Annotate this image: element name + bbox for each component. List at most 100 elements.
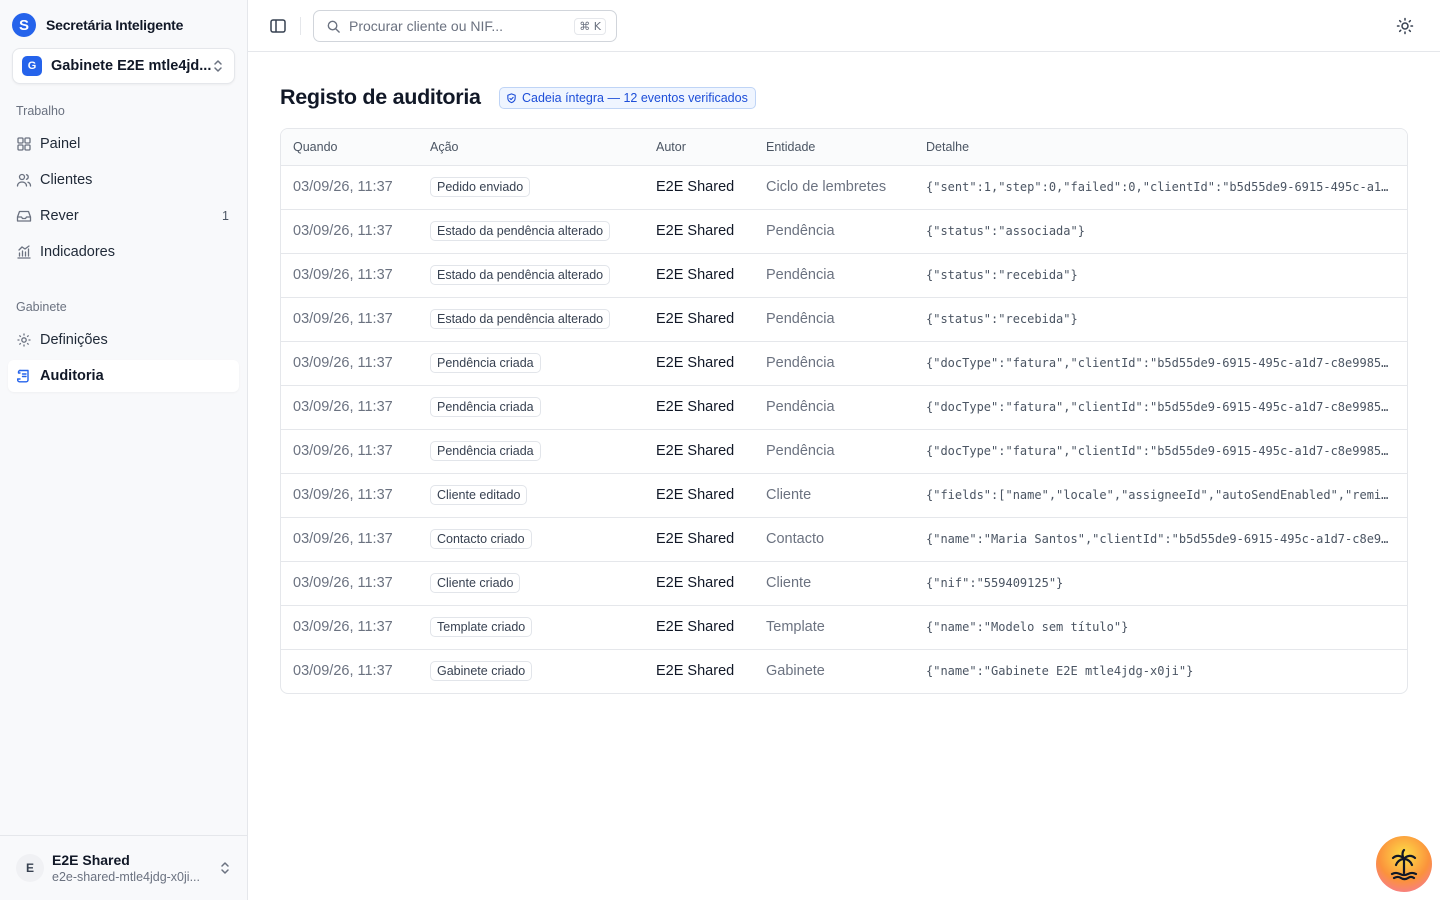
cell-detail: {"status":"associada"}: [926, 224, 1085, 238]
cell-detail: {"status":"recebida"}: [926, 312, 1078, 326]
cell-when: 03/09/26, 11:37: [293, 531, 393, 547]
action-badge: Cliente editado: [430, 485, 528, 505]
office-name: Gabinete E2E mtle4jd...: [51, 58, 212, 74]
cell-detail: {"fields":["name","locale","assigneeId",…: [926, 488, 1396, 502]
brand-name: Secretária Inteligente: [46, 17, 184, 33]
table-row[interactable]: 03/09/26, 11:37 Gabinete criado E2E Shared…: [281, 649, 1407, 693]
cell-entity: Cliente: [766, 575, 812, 591]
cell-action: Pendência criada: [418, 385, 644, 429]
chain-status-text: Cadeia íntegra — 12 eventos verificados: [522, 91, 748, 105]
cell-author: E2E Shared: [656, 399, 735, 415]
table-row[interactable]: 03/09/26, 11:37 Cliente criado E2E Shared C…: [281, 561, 1407, 605]
action-badge: Template criado: [430, 617, 533, 637]
cell-author: E2E Shared: [656, 443, 735, 459]
user-menu[interactable]: E E2E Shared e2e-shared-mtle4jdg-x0ji...: [0, 835, 247, 900]
cell-detail: {"name":"Maria Santos","clientId":"b5d55…: [926, 532, 1396, 546]
search-shortcut: ⌘ K: [574, 17, 606, 35]
cell-entity: Pendência: [766, 443, 835, 459]
table-row[interactable]: 03/09/26, 11:37 Template criado E2E Shared…: [281, 605, 1407, 649]
sidebar-item-clientes[interactable]: Clientes: [8, 164, 239, 196]
avatar: E: [16, 854, 44, 882]
cell-action: Cliente criado: [418, 561, 644, 605]
cell-entity: Pendência: [766, 399, 835, 415]
audit-table: Quando Ação Autor Entidade Detalhe 03/09…: [280, 128, 1408, 694]
brand-logo: S: [12, 13, 36, 37]
chart-icon: [17, 245, 31, 259]
column-header-entity: Entidade: [754, 129, 914, 166]
table-row[interactable]: 03/09/26, 11:37 Pedido enviado E2E Shared C…: [281, 165, 1407, 209]
page-title: Registo de auditoria: [280, 85, 481, 109]
search-box[interactable]: ⌘ K: [313, 10, 617, 42]
cell-action: Pendência criada: [418, 429, 644, 473]
user-name: E2E Shared: [52, 852, 130, 868]
user-info: E2E Shared e2e-shared-mtle4jdg-x0ji...: [52, 852, 219, 884]
table-row[interactable]: 03/09/26, 11:37 Estado da pendência alter…: [281, 297, 1407, 341]
cell-detail: {"docType":"fatura","clientId":"b5d55de9…: [926, 356, 1396, 370]
cell-detail: {"docType":"fatura","clientId":"b5d55de9…: [926, 400, 1396, 414]
cell-action: Estado da pendência alterado: [418, 253, 644, 297]
cell-entity: Pendência: [766, 355, 835, 371]
review-count-badge: 1: [222, 209, 229, 223]
table-row[interactable]: 03/09/26, 11:37 Pendência criada E2E Share…: [281, 429, 1407, 473]
action-badge: Pedido enviado: [430, 177, 531, 197]
cell-author: E2E Shared: [656, 267, 735, 283]
action-badge: Gabinete criado: [430, 661, 533, 682]
column-header-action: Ação: [418, 129, 644, 166]
cell-entity: Ciclo de lembretes: [766, 179, 887, 195]
cell-detail: {"docType":"fatura","clientId":"b5d55de9…: [926, 444, 1396, 458]
cell-detail: {"name":"Gabinete E2E mtle4jdg-x0ji"}: [926, 664, 1194, 679]
cell-action: Cliente editado: [418, 473, 644, 517]
table-row[interactable]: 03/09/26, 11:37 Pendência criada E2E Share…: [281, 385, 1407, 429]
user-email: e2e-shared-mtle4jdg-x0ji...: [52, 870, 200, 884]
cell-when: 03/09/26, 11:37: [293, 575, 393, 591]
cell-action: Pendência criada: [418, 341, 644, 385]
nav-section-office: Gabinete: [16, 300, 67, 314]
search-icon: [327, 20, 340, 33]
table-row[interactable]: 03/09/26, 11:37 Contacto criado E2E Shared…: [281, 517, 1407, 561]
search-input[interactable]: [349, 18, 575, 34]
sidebar-item-rever[interactable]: Rever 1: [8, 200, 239, 232]
table-row[interactable]: 03/09/26, 11:37 Estado da pendência alter…: [281, 209, 1407, 253]
cell-action: Estado da pendência alterado: [418, 297, 644, 341]
sidebar-item-label: Indicadores: [40, 244, 115, 260]
cell-author: E2E Shared: [656, 663, 735, 680]
cell-author: E2E Shared: [656, 179, 735, 195]
sidebar-item-label: Definições: [40, 332, 108, 348]
table-row[interactable]: 03/09/26, 11:37 Pendência criada E2E Share…: [281, 341, 1407, 385]
table-row[interactable]: 03/09/26, 11:37 Cliente editado E2E Shared…: [281, 473, 1407, 517]
chain-status-badge: Cadeia íntegra — 12 eventos verificados: [499, 87, 756, 109]
audit-table-body: 03/09/26, 11:37 Pedido enviado E2E Shared C…: [281, 165, 1407, 693]
cell-when: 03/09/26, 11:37: [293, 223, 393, 239]
sidebar: S Secretária Inteligente G Gabinete E2E …: [0, 0, 248, 900]
cell-entity: Gabinete: [766, 663, 825, 680]
action-badge: Contacto criado: [430, 529, 532, 549]
table-row[interactable]: 03/09/26, 11:37 Estado da pendência alter…: [281, 253, 1407, 297]
column-header-when: Quando: [281, 129, 418, 166]
palm-tree-icon: [1390, 848, 1418, 881]
brand[interactable]: S Secretária Inteligente: [12, 13, 183, 37]
topbar: ⌘ K: [248, 0, 1440, 52]
action-badge: Pendência criada: [430, 353, 541, 373]
cell-entity: Pendência: [766, 311, 835, 327]
table-header-row: Quando Ação Autor Entidade Detalhe: [281, 129, 1407, 166]
cell-entity: Pendência: [766, 267, 835, 283]
action-badge: Pendência criada: [430, 397, 541, 417]
action-badge: Estado da pendência alterado: [430, 309, 611, 329]
sidebar-item-indicadores[interactable]: Indicadores: [8, 236, 239, 268]
cell-entity: Cliente: [766, 487, 812, 503]
column-header-detail: Detalhe: [914, 129, 1407, 166]
sidebar-item-label: Rever: [40, 208, 79, 224]
sun-icon[interactable]: [1396, 17, 1414, 35]
cell-when: 03/09/26, 11:37: [293, 399, 393, 415]
assistant-launcher-button[interactable]: [1376, 836, 1432, 892]
sidebar-item-definicoes[interactable]: Definições: [8, 324, 239, 356]
sidebar-toggle-icon[interactable]: [268, 16, 288, 36]
grid-icon: [17, 137, 31, 151]
sidebar-item-auditoria[interactable]: Auditoria: [8, 360, 239, 392]
cell-action: Pedido enviado: [418, 165, 644, 209]
action-badge: Pendência criada: [430, 441, 541, 461]
cell-action: Estado da pendência alterado: [418, 209, 644, 253]
shield-check-icon: [507, 92, 516, 103]
office-switcher[interactable]: G Gabinete E2E mtle4jd...: [12, 48, 235, 84]
sidebar-item-painel[interactable]: Painel: [8, 128, 239, 160]
